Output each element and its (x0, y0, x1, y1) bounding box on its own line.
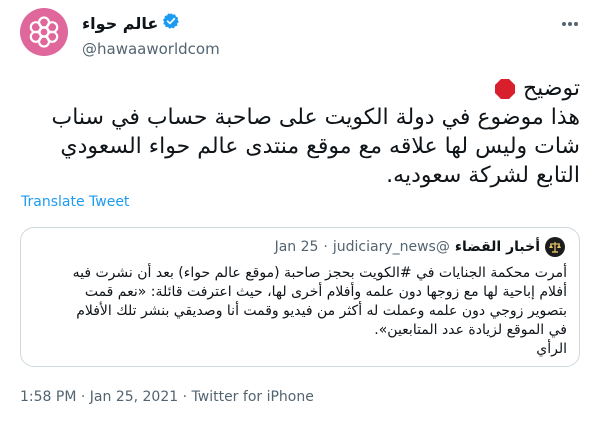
author-name-row: عالم حواء (82, 12, 220, 34)
translate-tweet-link[interactable]: Translate Tweet (21, 194, 129, 210)
author-block: عالم حواء @hawaaworldcom (82, 12, 220, 58)
tweet-time[interactable]: 1:58 PM (20, 389, 76, 405)
quoted-line-4: في الموقع لزيادة عدد المتابعين». (374, 322, 567, 338)
tweet-meta: 1:58 PM · Jan 25, 2021 · Twitter for iPh… (20, 389, 314, 405)
quoted-tweet-card[interactable]: أخبار القضاء @judiciary_news · Jan 25 أم… (20, 227, 580, 367)
tweet-line-4: التابع لشركة سعوديه. (386, 163, 580, 188)
author-avatar[interactable] (20, 8, 68, 56)
verified-badge-icon (162, 12, 180, 34)
tweet-line-1: توضيح (20, 74, 580, 103)
quoted-line-3: بتصوير زوجي دون علمه وعملت له أكثر من في… (76, 303, 567, 319)
quoted-author-handle: @judiciary_news (332, 239, 450, 255)
tweet-heading: توضيح (522, 76, 580, 101)
scales-of-justice-icon (545, 237, 565, 257)
quoted-line-1: أمرت محكمة الجنايات في #الكويت بحجز صاحب… (72, 265, 567, 281)
stop-sign-icon (494, 78, 516, 100)
tweet-source[interactable]: Twitter for iPhone (192, 389, 314, 405)
meta-separator: · (178, 389, 192, 405)
author-handle[interactable]: @hawaaworldcom (82, 40, 220, 58)
author-name[interactable]: عالم حواء (82, 14, 158, 33)
quoted-date: Jan 25 (274, 239, 319, 255)
quoted-separator: · (323, 239, 328, 255)
tweet-line-3: شات وليس لها علاقه مع موقع منتدى عالم حو… (60, 134, 580, 159)
quoted-line-2: أفلام إباحية لها مع زوجها دون علمه وأفلا… (84, 284, 567, 300)
quoted-tweet-text: أمرت محكمة الجنايات في #الكويت بحجز صاحب… (33, 264, 567, 359)
tweet-date[interactable]: Jan 25, 2021 (90, 389, 178, 405)
tweet-text: توضيح هذا موضوع في دولة الكويت على صاحبة… (20, 74, 581, 190)
tweet-line-2: هذا موضوع في دولة الكويت على صاحبة حساب … (51, 105, 581, 130)
quoted-line-5: الرأي (536, 341, 567, 357)
quoted-author-name: أخبار القضاء (454, 239, 540, 255)
meta-separator: · (76, 389, 90, 405)
more-options-icon[interactable] (556, 10, 584, 38)
quoted-tweet-header: أخبار القضاء @judiciary_news · Jan 25 (275, 237, 565, 257)
